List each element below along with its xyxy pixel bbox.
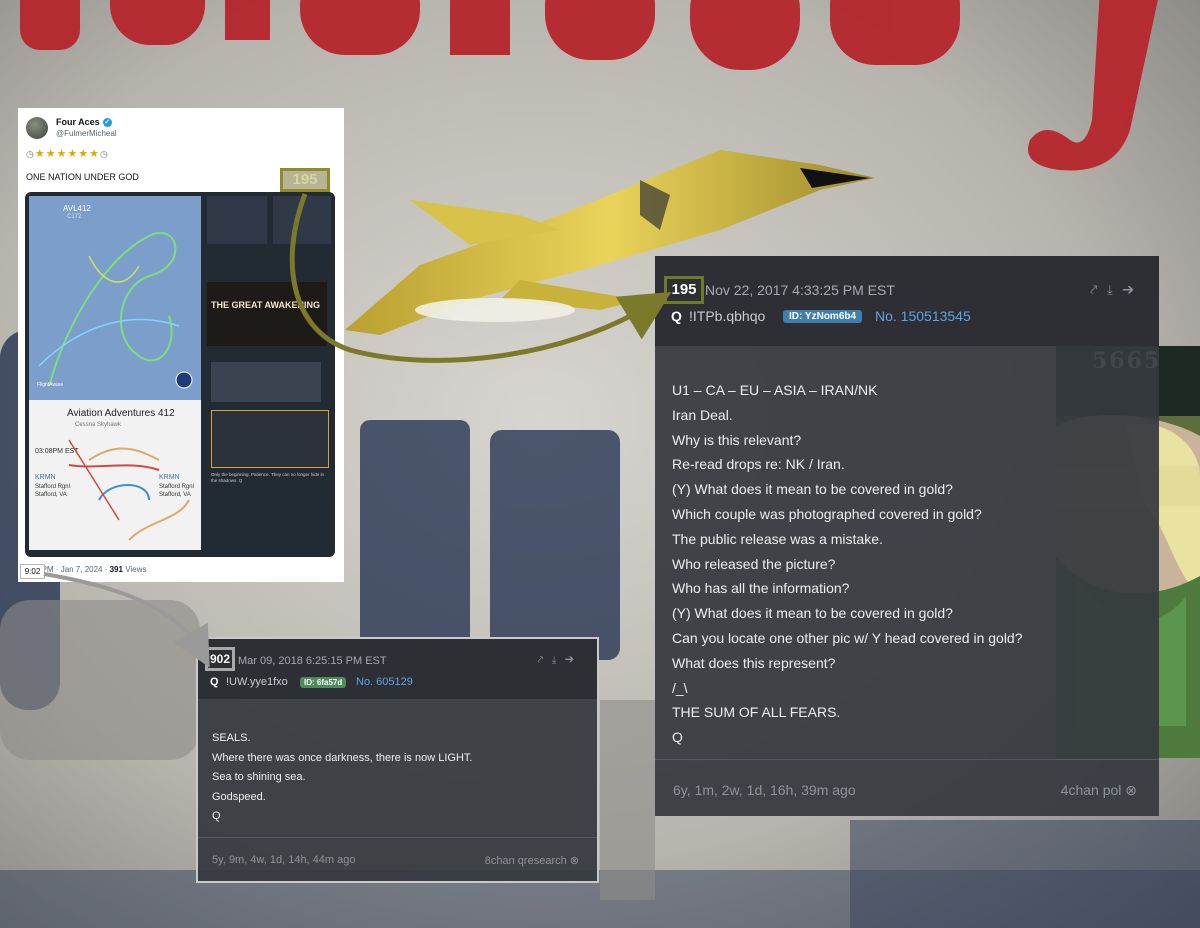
post-link[interactable]: No. 605129: [356, 676, 413, 688]
post-source[interactable]: 8chan qresearch ⊗: [485, 854, 579, 867]
post-tripcode: !ITPb.qbhqo: [689, 308, 766, 324]
star-icons: ★★★★★★: [34, 148, 101, 160]
view-count: 391: [109, 565, 123, 574]
post-header: 195 Nov 22, 2017 4:33:25 PM EST Q !ITPb.…: [655, 256, 1159, 346]
great-awakening-panel: THE GREAT AWAKENING: [207, 282, 327, 346]
post-author: Q: [210, 676, 219, 688]
post-age: 6y, 1m, 2w, 1d, 16h, 39m ago: [673, 782, 856, 798]
post-line: SEALS.: [212, 732, 251, 744]
post-number: 902: [205, 647, 235, 671]
post-body: U1 – CA – EU – ASIA – IRAN/NK Iran Deal.…: [672, 378, 1023, 750]
post-line: Re-read drops re: NK / Iran.: [672, 456, 845, 473]
post-date: Nov 22, 2017 4:33:25 PM EST: [705, 282, 895, 298]
post-body: SEALS. Where there was once darkness, th…: [212, 729, 472, 827]
post-line: Q: [212, 810, 221, 823]
thumbnail-3: [211, 362, 321, 402]
post-line: Q: [672, 729, 683, 746]
post-tripcode: !UW.yye1fxo: [226, 676, 288, 688]
tweet-media[interactable]: AVL412 C172 FlightAware Aviation Adventu…: [25, 192, 335, 557]
post-line: Who has all the information?: [672, 580, 850, 597]
post-line: Godspeed.: [212, 790, 266, 803]
post-date: Mar 09, 2018 6:25:15 PM EST: [238, 655, 387, 667]
post-line: THE SUM OF ALL FEARS.: [672, 704, 841, 721]
media-note: Only the beginning. Patience. They can n…: [211, 472, 324, 483]
tweet-date: PM · Jan 7, 2024 ·: [41, 565, 110, 574]
post-author: Q: [671, 308, 682, 324]
post-line: (Y) What does it mean to be covered in g…: [672, 481, 953, 498]
q-post-195[interactable]: 195 Nov 22, 2017 4:33:25 PM EST Q !ITPb.…: [655, 256, 1159, 816]
post-footer: 5y, 9m, 4w, 1d, 14h, 44m ago 8chan qrese…: [198, 837, 597, 884]
map-brand: FlightAware: [37, 382, 64, 388]
post-header: 902 Mar 09, 2018 6:25:15 PM EST Q !UW.yy…: [198, 639, 597, 699]
post-line: The public release was a mistake.: [672, 530, 883, 547]
post-link[interactable]: No. 150513545: [875, 308, 971, 324]
post-actions[interactable]: ⤤ ⤓ ➔: [1090, 282, 1137, 298]
share-download-open-icons[interactable]: ⤤ ⤓ ➔: [537, 655, 577, 666]
overlay-tag-195: 195: [280, 168, 330, 192]
views-label: Views: [122, 565, 147, 574]
route-panel: Aviation Adventures 412 Cessna Skyhawk 0…: [29, 400, 201, 550]
post-number: 195: [664, 276, 704, 304]
great-awakening-title: THE GREAT AWAKENING: [211, 300, 321, 310]
verified-badge-icon: ✓: [102, 118, 112, 127]
post-line: U1 – CA – EU – ASIA – IRAN/NK: [672, 382, 878, 398]
route-doodles: [68, 439, 190, 541]
post-line: (Y) What does it mean to be covered in g…: [672, 605, 953, 622]
post-actions[interactable]: ⤤ ⤓ ➔: [537, 655, 577, 666]
overlay-tag-time: 9:02: [20, 564, 45, 579]
post-line: Can you locate one other pic w/ Y head c…: [672, 629, 1023, 646]
post-line: Why is this relevant?: [672, 431, 802, 448]
thumbnail-4: [211, 410, 329, 468]
user-handle[interactable]: @FulmerMicheal: [56, 128, 117, 139]
post-line: Sea to shining sea.: [212, 771, 306, 784]
post-line: Who released the picture?: [672, 555, 836, 572]
post-line: /_\: [672, 679, 688, 696]
post-id-badge: ID: YzNom6b4: [783, 310, 863, 323]
clock-icon: ◷: [26, 149, 35, 159]
post-footer: 6y, 1m, 2w, 1d, 16h, 39m ago 4chan pol ⊗: [655, 759, 1159, 817]
share-download-open-icons[interactable]: ⤤ ⤓ ➔: [1090, 282, 1137, 297]
clock-icon-right: ◷: [100, 149, 109, 159]
avatar[interactable]: [26, 117, 48, 139]
q-post-902[interactable]: 902 Mar 09, 2018 6:25:15 PM EST Q !UW.yy…: [196, 637, 599, 883]
thumbnail-2: [273, 196, 331, 244]
post-line: Which couple was photographed covered in…: [672, 505, 982, 522]
flight-map: AVL412 C172 FlightAware: [29, 196, 201, 400]
flight-path: [38, 232, 193, 389]
tweet-header: Four Aces ✓ @FulmerMicheal: [26, 114, 336, 142]
display-name-text[interactable]: Four Aces: [56, 117, 100, 128]
post-id-badge: ID: 6fa57d: [300, 677, 347, 688]
post-source[interactable]: 4chan pol ⊗: [1061, 782, 1137, 799]
display-name[interactable]: Four Aces ✓: [56, 117, 117, 128]
star-row: ◷★★★★★★◷: [26, 147, 336, 160]
post-age: 5y, 9m, 4w, 1d, 14h, 44m ago: [212, 854, 356, 866]
post-line: Where there was once darkness, there is …: [212, 751, 473, 764]
thumbnail-1: [207, 196, 267, 244]
post-line: What does this represent?: [672, 654, 836, 671]
post-line: Iran Deal.: [672, 406, 733, 423]
